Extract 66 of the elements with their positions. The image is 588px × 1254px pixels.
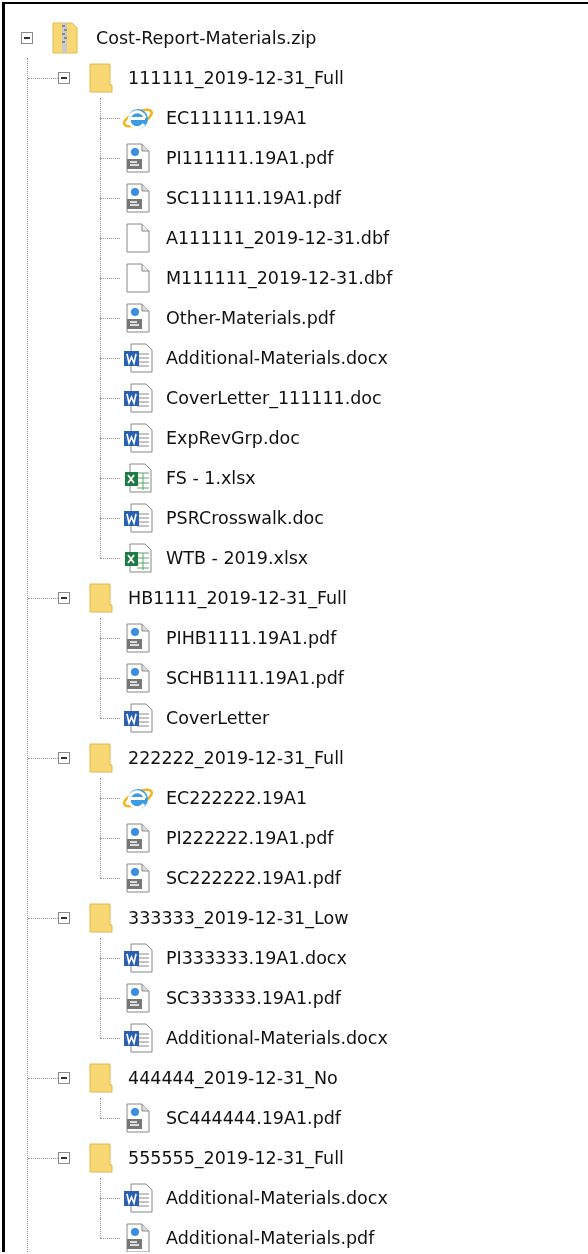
tree-item-label[interactable]: Additional-Materials.pdf	[166, 1226, 375, 1250]
tree-item-label[interactable]: Additional-Materials.docx	[166, 1026, 388, 1050]
word-document-icon	[123, 943, 153, 973]
tree-item-label[interactable]: SC111111.19A1.pdf	[166, 186, 341, 210]
tree-item-label[interactable]: 222222_2019-12-31_Full	[128, 746, 344, 770]
collapse-toggle[interactable]	[58, 912, 70, 924]
folder-icon	[89, 63, 113, 93]
pdf-file-icon	[126, 303, 150, 333]
tree-item-label[interactable]: 444444_2019-12-31_No	[128, 1066, 338, 1090]
pdf-file-icon	[126, 983, 150, 1013]
tree-item-label[interactable]: EC222222.19A1	[166, 786, 308, 810]
word-document-icon	[123, 343, 153, 373]
pdf-file-icon	[126, 1103, 150, 1133]
pdf-file-icon	[126, 623, 150, 653]
folder-icon	[89, 1143, 113, 1173]
tree-item-label[interactable]: PIHB1111.19A1.pdf	[166, 626, 337, 650]
collapse-toggle[interactable]	[58, 1072, 70, 1084]
tree-item-label[interactable]: SC444444.19A1.pdf	[166, 1106, 341, 1130]
word-document-icon	[123, 1023, 153, 1053]
folder-icon	[89, 903, 113, 933]
folder-icon	[89, 583, 113, 613]
tree-item-label[interactable]: CoverLetter	[166, 706, 270, 730]
blank-file-icon	[126, 263, 150, 293]
spreadsheet-icon	[124, 543, 152, 573]
tree-item-label[interactable]: M111111_2019-12-31.dbf	[166, 266, 393, 290]
tree-item-label[interactable]: PSRCrosswalk.doc	[166, 506, 324, 530]
tree-item-label[interactable]: HB1111_2019-12-31_Full	[128, 586, 347, 610]
tree-item-label[interactable]: 333333_2019-12-31_Low	[128, 906, 349, 930]
blank-file-icon	[126, 223, 150, 253]
collapse-toggle[interactable]	[58, 72, 70, 84]
tree-item-label[interactable]: SC333333.19A1.pdf	[166, 986, 341, 1010]
tree-item-label[interactable]: 111111_2019-12-31_Full	[128, 66, 344, 90]
collapse-toggle[interactable]	[58, 1152, 70, 1164]
pdf-file-icon	[126, 823, 150, 853]
collapse-toggle[interactable]	[21, 32, 33, 44]
folder-icon	[89, 743, 113, 773]
pdf-file-icon	[126, 663, 150, 693]
word-document-icon	[123, 383, 153, 413]
word-document-icon	[123, 503, 153, 533]
word-document-icon	[123, 423, 153, 453]
tree-item-label[interactable]: FS - 1.xlsx	[166, 466, 256, 490]
spreadsheet-icon	[124, 463, 152, 493]
folder-icon	[89, 1063, 113, 1093]
tree-item-label[interactable]: PI333333.19A1.docx	[166, 946, 347, 970]
tree-item-label[interactable]: 555555_2019-12-31_Full	[128, 1146, 344, 1170]
tree-item-label[interactable]: PI111111.19A1.pdf	[166, 146, 334, 170]
tree-item-label[interactable]: EC111111.19A1	[166, 106, 308, 130]
tree-item-label[interactable]: Additional-Materials.docx	[166, 346, 388, 370]
pdf-file-icon	[126, 143, 150, 173]
tree-item-label[interactable]: ExpRevGrp.doc	[166, 426, 300, 450]
tree-item-label[interactable]: Other-Materials.pdf	[166, 306, 336, 330]
word-document-icon	[123, 703, 153, 733]
tree-item-label[interactable]: A111111_2019-12-31.dbf	[166, 226, 390, 250]
collapse-toggle[interactable]	[58, 592, 70, 604]
tree-item-label[interactable]: Additional-Materials.docx	[166, 1186, 388, 1210]
tree-item-label[interactable]: WTB - 2019.xlsx	[166, 546, 309, 570]
collapse-toggle[interactable]	[58, 752, 70, 764]
tree-item-label[interactable]: SC222222.19A1.pdf	[166, 866, 341, 890]
pdf-file-icon	[126, 863, 150, 893]
word-document-icon	[123, 1183, 153, 1213]
zip-folder-icon	[52, 22, 78, 54]
tree-item-label[interactable]: SCHB1111.19A1.pdf	[166, 666, 344, 690]
tree-item-label[interactable]: CoverLetter_111111.doc	[166, 386, 382, 410]
pdf-file-icon	[126, 183, 150, 213]
tree-item-label[interactable]: PI222222.19A1.pdf	[166, 826, 334, 850]
tree-item-label[interactable]: Cost-Report-Materials.zip	[96, 26, 317, 50]
